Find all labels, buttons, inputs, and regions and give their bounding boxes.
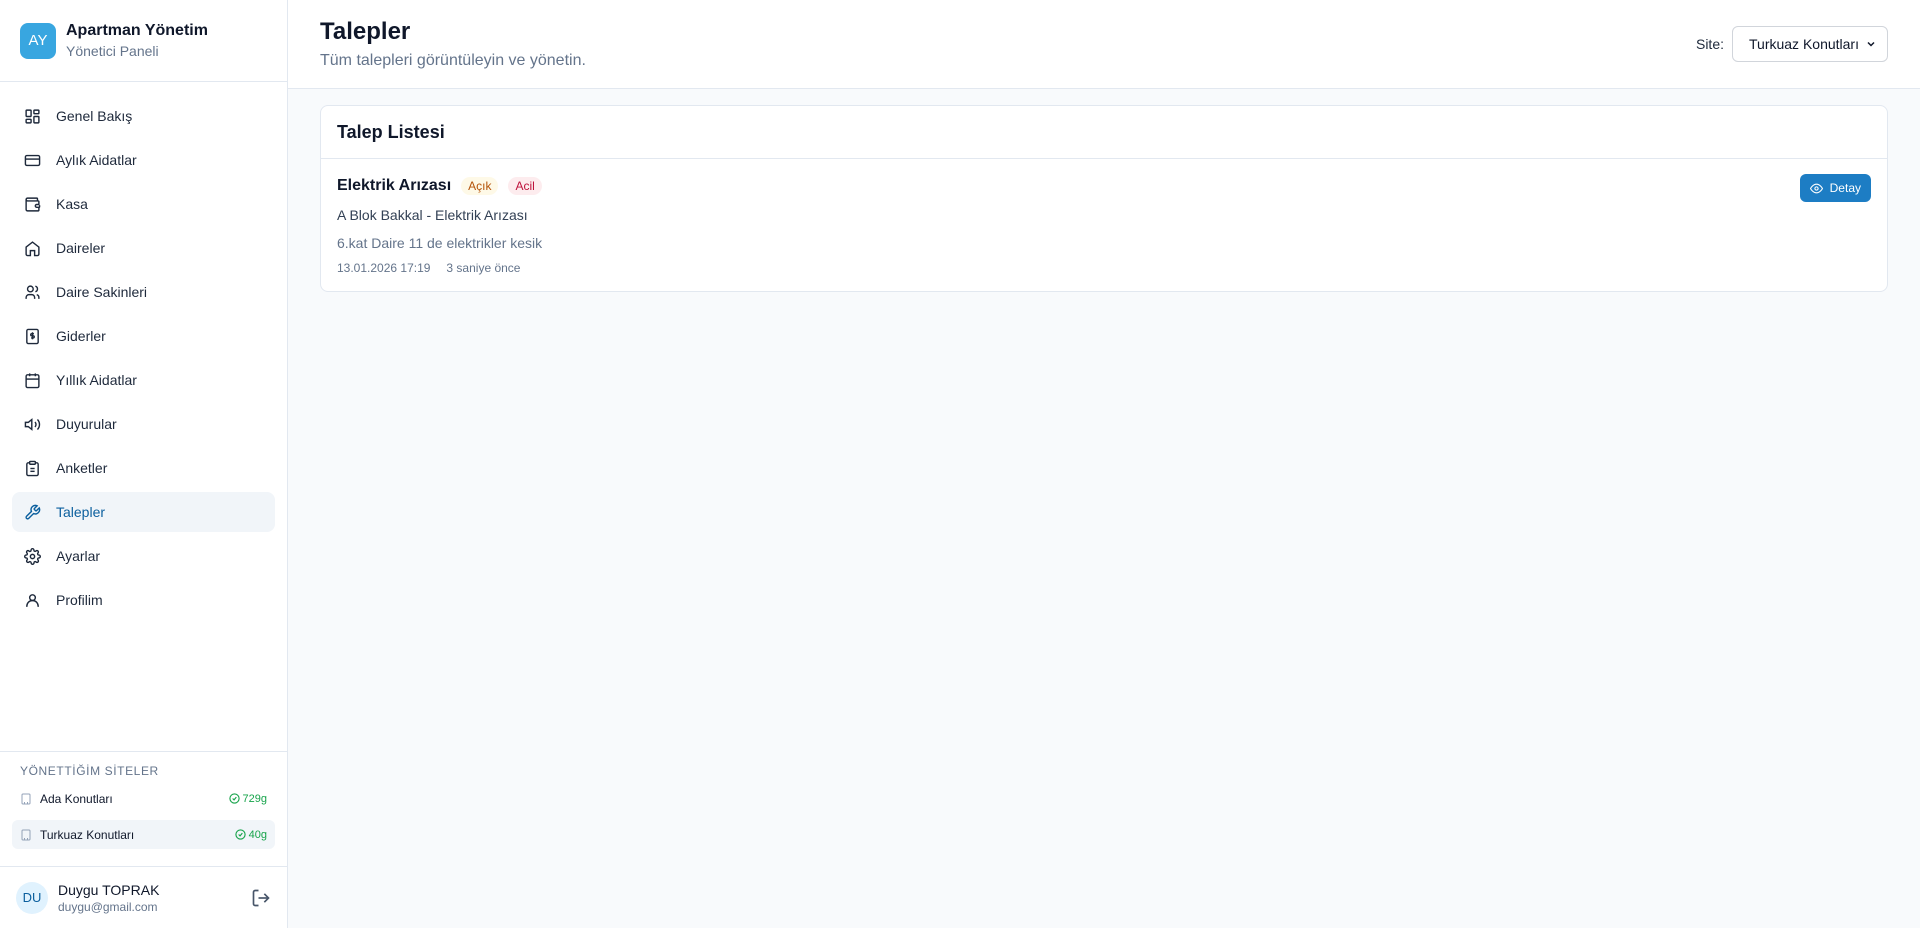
site-days: 40g (248, 828, 267, 841)
brand-title: Apartman Yönetim (66, 22, 208, 39)
sidebar-nav: Genel Bakış Aylık Aidatlar Kasa Daireler… (0, 82, 287, 751)
page-header: Talepler Tüm talepleri görüntüleyin ve y… (288, 0, 1920, 89)
site-selector: Site: Turkuaz Konutları (1696, 26, 1888, 62)
managed-sites-title: YÖNETTİĞİM SİTELER (20, 764, 159, 778)
sidebar-item-label: Giderler (56, 328, 106, 344)
sidebar-item-yillik-aidatlar[interactable]: Yıllık Aidatlar (12, 360, 275, 400)
grid-icon (25, 108, 40, 124)
sidebar-item-label: Anketler (56, 460, 108, 476)
sidebar-item-kasa[interactable]: Kasa (12, 184, 275, 224)
ticket-date: 13.01.2026 17:19 (337, 261, 431, 275)
site-item-ada-konutlari[interactable]: Ada Konutları 729g (12, 784, 275, 813)
ticket-relative-time: 3 saniye önce (446, 261, 521, 275)
page-title: Talepler (320, 18, 411, 45)
brand: AY Apartman Yönetim Yönetici Paneli (0, 0, 287, 82)
receipt-icon (26, 328, 39, 344)
users-icon (25, 284, 40, 299)
sidebar-item-profilim[interactable]: Profilim (12, 580, 275, 620)
site-name: Ada Konutları (40, 791, 113, 806)
user-box: DU Duygu TOPRAK duygu@gmail.com (0, 866, 287, 928)
check-circle-icon (234, 829, 246, 840)
building-icon (21, 829, 31, 840)
sidebar-item-daireler[interactable]: Daireler (12, 228, 275, 268)
logout-icon[interactable] (251, 888, 271, 908)
sidebar-item-talepler[interactable]: Talepler (12, 492, 275, 532)
ticket-list-card: Talep Listesi Elektrik Arızası Açık Acil… (320, 105, 1888, 292)
wrench-icon (25, 504, 41, 520)
site-item-turkuaz-konutlari[interactable]: Turkuaz Konutları 40g (12, 820, 275, 849)
home-icon (25, 240, 40, 256)
sidebar-item-giderler[interactable]: Giderler (12, 316, 275, 356)
ticket-title: Elektrik Arızası (337, 177, 452, 194)
site-select-value: Turkuaz Konutları (1749, 36, 1859, 52)
content: Talep Listesi Elektrik Arızası Açık Acil… (288, 89, 1920, 308)
priority-badge: Acil (508, 177, 542, 195)
ticket-meta: 13.01.2026 17:19 3 saniye önce (337, 261, 1871, 275)
site-select[interactable]: Turkuaz Konutları (1732, 26, 1888, 62)
sidebar-item-label: Talepler (56, 504, 106, 520)
sidebar-item-label: Genel Bakış (56, 108, 133, 124)
wallet-icon (25, 196, 41, 212)
sidebar-item-label: Yıllık Aidatlar (56, 372, 137, 388)
sidebar-item-daire-sakinleri[interactable]: Daire Sakinleri (12, 272, 275, 312)
sidebar-item-label: Ayarlar (56, 548, 101, 564)
sidebar-item-label: Aylık Aidatlar (56, 152, 137, 168)
sidebar-item-aylik-aidatlar[interactable]: Aylık Aidatlar (12, 140, 275, 180)
avatar: DU (16, 881, 48, 914)
building-icon (21, 793, 31, 804)
calendar-icon (25, 372, 40, 388)
list-item: Elektrik Arızası Açık Acil A Blok Bakkal… (321, 159, 1887, 291)
detail-button-label: Detay (1829, 181, 1861, 195)
sidebar-item-label: Daireler (56, 240, 106, 256)
main-area: Talepler Tüm talepleri görüntüleyin ve y… (288, 0, 1920, 928)
user-icon (26, 593, 39, 607)
user-email: duygu@gmail.com (58, 899, 158, 914)
sidebar-item-label: Profilim (56, 592, 103, 608)
chevron-down-icon (1867, 41, 1875, 47)
megaphone-icon (24, 417, 41, 431)
sidebar-item-duyurular[interactable]: Duyurular (12, 404, 275, 444)
brand-subtitle: Yönetici Paneli (66, 43, 159, 59)
sidebar-item-label: Kasa (56, 196, 88, 212)
brand-logo: AY (20, 22, 56, 59)
eye-icon (1809, 183, 1823, 193)
ticket-description: 6.kat Daire 11 de elektrikler kesik (337, 235, 543, 251)
site-name: Turkuaz Konutları (40, 827, 135, 842)
ticket-list-title: Talep Listesi (321, 106, 1887, 159)
sidebar-item-label: Daire Sakinleri (56, 284, 148, 300)
site-days-badge: 729g (228, 792, 267, 805)
page-subtitle: Tüm talepleri görüntüleyin ve yönetin. (320, 52, 586, 69)
clipboard-icon (26, 460, 39, 476)
site-days: 729g (242, 792, 267, 805)
sidebar-item-label: Duyurular (56, 416, 117, 432)
site-select-label: Site: (1695, 36, 1724, 52)
managed-sites: YÖNETTİĞİM SİTELER Ada Konutları 729g Tu… (0, 751, 287, 866)
sidebar: AY Apartman Yönetim Yönetici Paneli Gene… (0, 0, 288, 928)
gear-icon (24, 547, 41, 565)
status-badge: Açık (461, 177, 499, 195)
sidebar-item-genel-bakis[interactable]: Genel Bakış (12, 96, 275, 136)
detail-button[interactable]: Detay (1799, 174, 1871, 202)
sidebar-item-anketler[interactable]: Anketler (12, 448, 275, 488)
check-circle-icon (228, 793, 240, 804)
site-days-badge: 40g (234, 828, 267, 841)
ticket-subject: A Blok Bakkal - Elektrik Arızası (337, 207, 528, 223)
sidebar-item-ayarlar[interactable]: Ayarlar (12, 536, 275, 576)
user-name: Duygu TOPRAK (58, 881, 160, 898)
credit-card-icon (24, 154, 41, 166)
